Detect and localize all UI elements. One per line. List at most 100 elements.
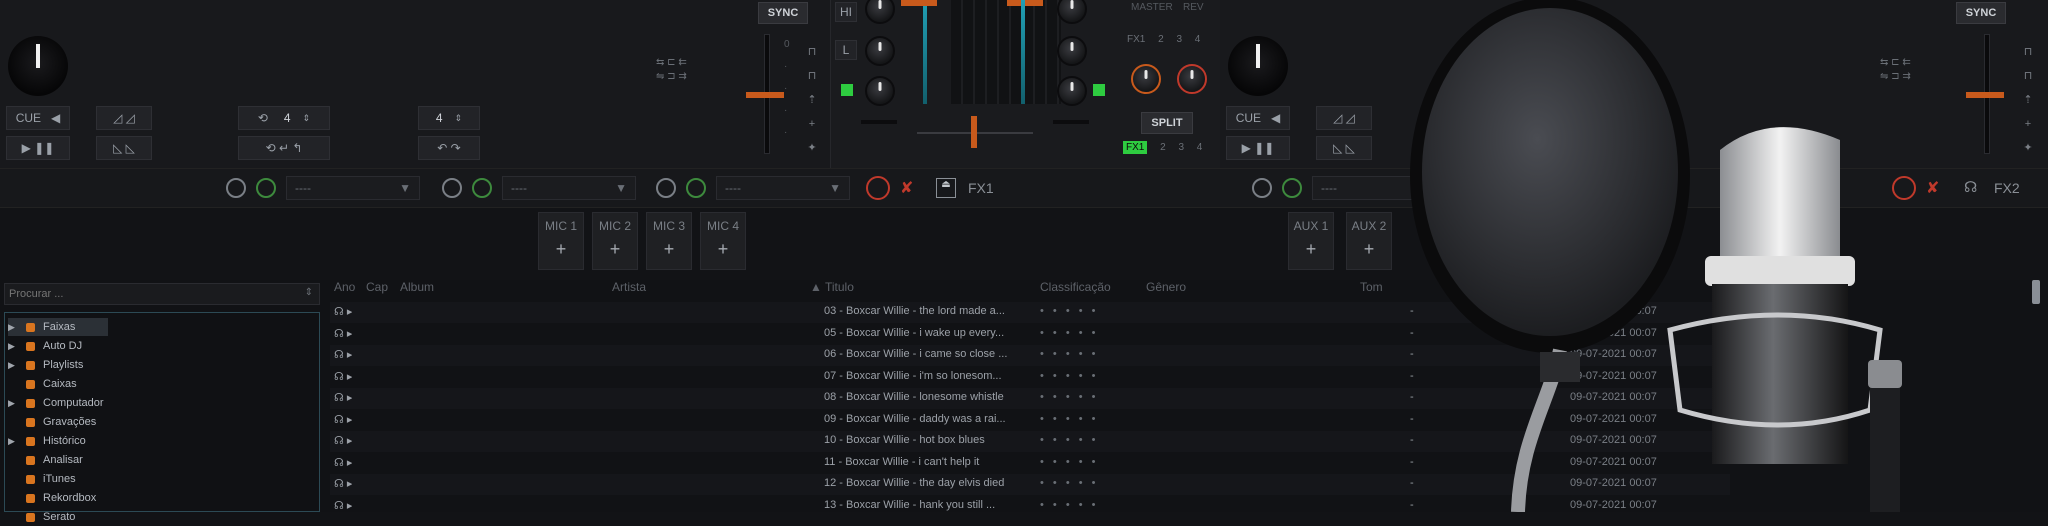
deck-right-pitch-buttons[interactable]: ◿ ◿ — [1316, 106, 1372, 130]
track-rating[interactable]: • • • • • — [1040, 327, 1098, 339]
track-rating[interactable]: • • • • • — [1040, 391, 1098, 403]
expand-arrow-icon[interactable]: ▶ — [8, 436, 20, 447]
fx-right-crossed-icon[interactable]: ✘ — [1926, 178, 1939, 198]
fx-slot3-search-icon[interactable] — [686, 178, 706, 198]
fx-slot3-power-icon[interactable] — [656, 178, 676, 198]
deck-right-jog-knob[interactable] — [1228, 36, 1288, 96]
col-ano[interactable]: Ano — [334, 280, 355, 298]
mixer-left-low-knob[interactable] — [865, 36, 895, 66]
mixer-fx-row[interactable]: FX1 2 3 4 — [1127, 34, 1200, 45]
track-rating[interactable]: • • • • • — [1040, 477, 1098, 489]
mixer-left-hi-knob[interactable] — [865, 0, 895, 24]
tree-item[interactable]: ▶ Playlists — [8, 356, 108, 374]
deck-right-cue-button[interactable]: CUE ◀ — [1226, 106, 1290, 130]
fx-crossed-headphones-icon[interactable]: ✘ — [900, 178, 913, 198]
fx-slot1-dropdown[interactable]: ---- ▼ — [286, 176, 420, 200]
mixer-left-green-indicator[interactable] — [841, 84, 853, 96]
fx-unit-left-label[interactable]: FX1 — [968, 180, 994, 196]
browser-search-field[interactable]: ⇕ — [4, 283, 320, 305]
deck-left-loop-panel[interactable]: ⟲ 4 ⇕ — [238, 106, 330, 130]
track-rating[interactable]: • • • • • — [1040, 348, 1098, 360]
fx-slot4-search-icon[interactable] — [1282, 178, 1302, 198]
mixer-fx-knob-orange[interactable] — [1131, 64, 1161, 94]
col-classificacao[interactable]: Classificação — [1040, 280, 1111, 298]
mixer-right-hi-knob[interactable] — [1057, 0, 1087, 24]
track-rating[interactable]: • • • • • — [1040, 456, 1098, 468]
tree-item[interactable]: ▶ Histórico — [8, 432, 108, 450]
tree-item[interactable]: ▶ Faixas — [8, 318, 108, 336]
headphones-icon[interactable]: ☊ ▸ — [334, 391, 352, 404]
mixer-left-line-fader[interactable] — [861, 120, 897, 124]
mic-3-tile[interactable]: MIC 3 + — [646, 212, 692, 270]
fx-slot2-power-icon[interactable] — [442, 178, 462, 198]
tree-item[interactable]: iTunes — [8, 470, 108, 488]
fx-slot2-dropdown[interactable]: ---- ▼ — [502, 176, 636, 200]
mixer-right-green-indicator[interactable] — [1093, 84, 1105, 96]
sort-toggle-icon[interactable]: ⇕ — [305, 287, 313, 298]
mixer-crossfader-handle[interactable] — [971, 116, 977, 148]
col-artista[interactable]: Artista — [612, 280, 646, 298]
deck-right-pitch-handle[interactable] — [1966, 92, 2004, 98]
browser-scrollbar[interactable] — [2032, 280, 2040, 304]
mixer-bottom-fx-row[interactable]: FX1 2 3 4 — [1123, 141, 1202, 154]
deck-left-jog-knob[interactable] — [8, 36, 68, 96]
fx-slot4-power-icon[interactable] — [1252, 178, 1272, 198]
fx-slot1-power-icon[interactable] — [226, 178, 246, 198]
deck-right-sync-button[interactable]: SYNC — [1956, 2, 2006, 24]
col-genero[interactable]: Gênero — [1146, 280, 1186, 298]
headphones-icon[interactable]: ☊ ▸ — [334, 413, 352, 426]
col-titulo[interactable]: ▲ Titulo — [810, 280, 854, 298]
fx-right-headphones-icon[interactable]: ☊ — [1964, 178, 1977, 196]
headphones-icon[interactable]: ☊ ▸ — [334, 348, 352, 361]
expand-arrow-icon[interactable]: ▶ — [8, 360, 20, 371]
fx-record-icon[interactable] — [866, 176, 890, 200]
deck-left-sync-button[interactable]: SYNC — [758, 2, 808, 24]
headphones-icon[interactable]: ☊ ▸ — [334, 305, 352, 318]
headphones-icon[interactable]: ☊ ▸ — [334, 456, 352, 469]
deck-left-cue-button[interactable]: CUE ◀ — [6, 106, 70, 130]
fx-slot1-search-icon[interactable] — [256, 178, 276, 198]
tree-item[interactable]: Analisar — [8, 451, 108, 469]
track-rating[interactable]: • • • • • — [1040, 370, 1098, 382]
tree-item[interactable]: ▶ Auto DJ — [8, 337, 108, 355]
deck-right-play-pause-button[interactable]: ▶ ❚❚ — [1226, 136, 1290, 160]
deck-right-side-icons[interactable]: ⊓ ⊓ ⇡ + ✦ — [2018, 40, 2038, 160]
deck-left-side-icons[interactable]: ⊓ ⊓ ⇡ + ✦ — [802, 40, 822, 160]
expand-arrow-icon[interactable]: ▶ — [8, 322, 20, 333]
deck-left-pitch-buttons[interactable]: ◿ ◿ — [96, 106, 152, 130]
deck-left-nudge-buttons[interactable]: ◺ ◺ — [96, 136, 152, 160]
headphones-icon[interactable]: ☊ ▸ — [334, 370, 352, 383]
col-tom[interactable]: Tom — [1360, 280, 1383, 298]
fx-unit-right-label[interactable]: FX2 — [1994, 180, 2020, 196]
tree-item[interactable]: Rekordbox — [8, 489, 108, 507]
headphones-icon[interactable]: ☊ ▸ — [334, 477, 352, 490]
mixer-right-gain-knob[interactable] — [1057, 76, 1087, 106]
track-rating[interactable]: • • • • • — [1040, 499, 1098, 511]
fx-headphones-icon[interactable]: ⏏ — [936, 178, 956, 198]
aux-1-tile[interactable]: AUX 1 + — [1288, 212, 1334, 270]
mic-4-tile[interactable]: MIC 4 + — [700, 212, 746, 270]
headphones-icon[interactable]: ☊ ▸ — [334, 327, 352, 340]
tree-item[interactable]: Gravações — [8, 413, 108, 431]
mixer-right-low-knob[interactable] — [1057, 36, 1087, 66]
deck-left-pitch-handle[interactable] — [746, 92, 784, 98]
headphones-icon[interactable]: ☊ ▸ — [334, 499, 352, 512]
deck-left-beatjump-actions[interactable]: ↶ ↷ — [418, 136, 480, 160]
mic-1-tile[interactable]: MIC 1 + — [538, 212, 584, 270]
tree-item[interactable]: ▶ Computador — [8, 394, 108, 412]
mixer-left-gain-knob[interactable] — [865, 76, 895, 106]
deck-right-nudge-buttons[interactable]: ◺ ◺ — [1316, 136, 1372, 160]
tree-item[interactable]: Serato — [8, 508, 108, 526]
mixer-fx-knob-red[interactable] — [1177, 64, 1207, 94]
mixer-right-line-fader[interactable] — [1053, 120, 1089, 124]
mixer-split-button[interactable]: SPLIT — [1141, 112, 1193, 134]
track-rating[interactable]: • • • • • — [1040, 434, 1098, 446]
track-rating[interactable]: • • • • • — [1040, 305, 1098, 317]
headphones-icon[interactable]: ☊ ▸ — [334, 434, 352, 447]
tree-item[interactable]: Caixas — [8, 375, 108, 393]
fx-slot2-search-icon[interactable] — [472, 178, 492, 198]
deck-left-loop-actions[interactable]: ⟲ ↵ ↰ — [238, 136, 330, 160]
deck-left-beatjump-panel[interactable]: 4 ⇕ — [418, 106, 480, 130]
deck-left-hotcue-grid[interactable]: ⇆ ⊏ ⇇ ⇋ ⊐ ⇉ — [656, 56, 736, 96]
search-input[interactable] — [5, 284, 281, 304]
